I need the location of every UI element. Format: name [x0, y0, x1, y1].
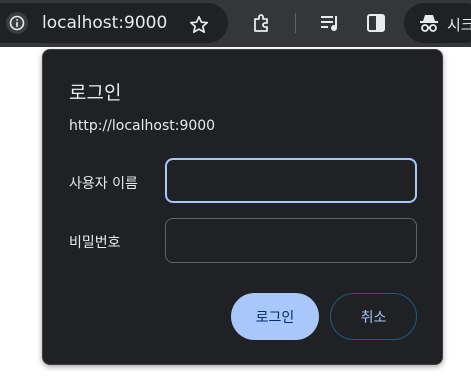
username-label: 사용자 이름	[69, 176, 138, 192]
side-panel-icon[interactable]	[365, 12, 387, 34]
star-icon[interactable]	[189, 15, 209, 35]
url-text[interactable]: localhost:9000	[42, 13, 167, 33]
toolbar-divider	[295, 13, 296, 33]
profile-label: 시크	[447, 16, 471, 34]
login-button[interactable]: 로그인	[231, 293, 319, 340]
dialog-origin: http://localhost:9000	[69, 118, 216, 134]
password-field[interactable]	[165, 218, 417, 263]
login-dialog: 로그인 http://localhost:9000 사용자 이름 비밀번호 로그…	[42, 49, 443, 365]
password-label: 비밀번호	[69, 235, 121, 251]
info-icon[interactable]	[6, 12, 28, 34]
incognito-profile-chip[interactable]: 시크	[404, 3, 471, 43]
username-field[interactable]	[165, 158, 417, 203]
extensions-icon[interactable]	[251, 12, 273, 34]
address-bar[interactable]: localhost:9000	[0, 3, 228, 43]
media-controls-icon[interactable]	[319, 12, 341, 34]
incognito-icon	[418, 12, 440, 38]
dialog-title: 로그인	[69, 82, 122, 104]
browser-toolbar: localhost:9000 시크	[0, 0, 471, 47]
cancel-button[interactable]: 취소	[330, 293, 417, 340]
